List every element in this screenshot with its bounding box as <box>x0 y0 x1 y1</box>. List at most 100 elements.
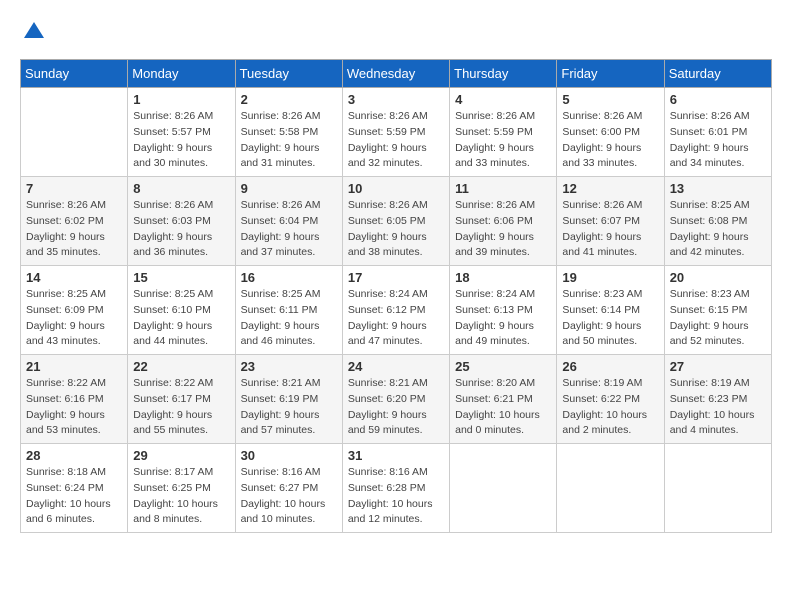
day-number: 31 <box>348 448 444 463</box>
calendar-week-row: 7 Sunrise: 8:26 AMSunset: 6:02 PMDaylight… <box>21 177 772 266</box>
calendar-cell: 8 Sunrise: 8:26 AMSunset: 6:03 PMDaylight… <box>128 177 235 266</box>
day-info: Sunrise: 8:16 AMSunset: 6:28 PMDaylight:… <box>348 465 444 528</box>
day-number: 22 <box>133 359 229 374</box>
day-number: 26 <box>562 359 658 374</box>
calendar-cell: 23Sunrise: 8:21 AMSunset: 6:19 PMDayligh… <box>235 355 342 444</box>
day-number: 30 <box>241 448 337 463</box>
day-number: 23 <box>241 359 337 374</box>
calendar-cell <box>557 444 664 533</box>
calendar-cell: 21 Sunrise: 8:22 AMSunset: 6:16 PMDayligh… <box>21 355 128 444</box>
day-info: Sunrise: 8:26 AMSunset: 6:00 PMDaylight:… <box>562 109 658 172</box>
calendar-cell: 17Sunrise: 8:24 AMSunset: 6:12 PMDayligh… <box>342 266 449 355</box>
day-info: Sunrise: 8:26 AMSunset: 6:05 PMDaylight:… <box>348 198 444 261</box>
day-info: Sunrise: 8:26 AMSunset: 6:06 PMDaylight:… <box>455 198 551 261</box>
day-number: 10 <box>348 181 444 196</box>
calendar-cell: 12 Sunrise: 8:26 AMSunset: 6:07 PMDayligh… <box>557 177 664 266</box>
day-info: Sunrise: 8:26 AMSunset: 5:58 PMDaylight:… <box>241 109 337 172</box>
calendar-cell: 5 Sunrise: 8:26 AMSunset: 6:00 PMDaylight… <box>557 88 664 177</box>
logo-icon <box>22 20 46 44</box>
day-info: Sunrise: 8:23 AMSunset: 6:15 PMDaylight:… <box>670 287 766 350</box>
day-number: 2 <box>241 92 337 107</box>
day-number: 13 <box>670 181 766 196</box>
day-info: Sunrise: 8:26 AMSunset: 6:02 PMDaylight:… <box>26 198 122 261</box>
day-number: 12 <box>562 181 658 196</box>
day-number: 29 <box>133 448 229 463</box>
day-number: 4 <box>455 92 551 107</box>
calendar-cell: 7 Sunrise: 8:26 AMSunset: 6:02 PMDaylight… <box>21 177 128 266</box>
day-number: 28 <box>26 448 122 463</box>
day-of-week-header: Saturday <box>664 60 771 88</box>
logo <box>20 20 46 49</box>
day-info: Sunrise: 8:25 AMSunset: 6:11 PMDaylight:… <box>241 287 337 350</box>
calendar-table: SundayMondayTuesdayWednesdayThursdayFrid… <box>20 59 772 533</box>
calendar-cell: 26 Sunrise: 8:19 AMSunset: 6:22 PMDayligh… <box>557 355 664 444</box>
calendar-cell: 27Sunrise: 8:19 AMSunset: 6:23 PMDayligh… <box>664 355 771 444</box>
day-info: Sunrise: 8:17 AMSunset: 6:25 PMDaylight:… <box>133 465 229 528</box>
day-number: 15 <box>133 270 229 285</box>
calendar-cell: 10 Sunrise: 8:26 AMSunset: 6:05 PMDayligh… <box>342 177 449 266</box>
day-number: 24 <box>348 359 444 374</box>
calendar-cell: 14 Sunrise: 8:25 AMSunset: 6:09 PMDayligh… <box>21 266 128 355</box>
calendar-week-row: 21 Sunrise: 8:22 AMSunset: 6:16 PMDayligh… <box>21 355 772 444</box>
day-info: Sunrise: 8:24 AMSunset: 6:13 PMDaylight:… <box>455 287 551 350</box>
calendar-cell: 3Sunrise: 8:26 AMSunset: 5:59 PMDaylight… <box>342 88 449 177</box>
day-number: 11 <box>455 181 551 196</box>
day-info: Sunrise: 8:26 AMSunset: 5:57 PMDaylight:… <box>133 109 229 172</box>
calendar-cell: 16Sunrise: 8:25 AMSunset: 6:11 PMDayligh… <box>235 266 342 355</box>
day-info: Sunrise: 8:22 AMSunset: 6:17 PMDaylight:… <box>133 376 229 439</box>
day-info: Sunrise: 8:25 AMSunset: 6:09 PMDaylight:… <box>26 287 122 350</box>
calendar-cell: 24 Sunrise: 8:21 AMSunset: 6:20 PMDayligh… <box>342 355 449 444</box>
day-info: Sunrise: 8:26 AMSunset: 6:01 PMDaylight:… <box>670 109 766 172</box>
calendar-cell: 18Sunrise: 8:24 AMSunset: 6:13 PMDayligh… <box>450 266 557 355</box>
day-number: 5 <box>562 92 658 107</box>
calendar-cell: 9 Sunrise: 8:26 AMSunset: 6:04 PMDaylight… <box>235 177 342 266</box>
day-of-week-header: Sunday <box>21 60 128 88</box>
day-info: Sunrise: 8:26 AMSunset: 6:03 PMDaylight:… <box>133 198 229 261</box>
day-info: Sunrise: 8:26 AMSunset: 6:07 PMDaylight:… <box>562 198 658 261</box>
day-number: 8 <box>133 181 229 196</box>
day-info: Sunrise: 8:26 AMSunset: 5:59 PMDaylight:… <box>455 109 551 172</box>
calendar-cell: 25Sunrise: 8:20 AMSunset: 6:21 PMDayligh… <box>450 355 557 444</box>
day-number: 25 <box>455 359 551 374</box>
day-number: 9 <box>241 181 337 196</box>
calendar-week-row: 28 Sunrise: 8:18 AMSunset: 6:24 PMDayligh… <box>21 444 772 533</box>
calendar-cell: 19Sunrise: 8:23 AMSunset: 6:14 PMDayligh… <box>557 266 664 355</box>
day-of-week-header: Friday <box>557 60 664 88</box>
day-number: 1 <box>133 92 229 107</box>
day-of-week-header: Wednesday <box>342 60 449 88</box>
day-info: Sunrise: 8:23 AMSunset: 6:14 PMDaylight:… <box>562 287 658 350</box>
day-number: 14 <box>26 270 122 285</box>
calendar-cell <box>664 444 771 533</box>
day-of-week-header: Monday <box>128 60 235 88</box>
calendar-cell <box>450 444 557 533</box>
calendar-cell: 31 Sunrise: 8:16 AMSunset: 6:28 PMDayligh… <box>342 444 449 533</box>
day-info: Sunrise: 8:21 AMSunset: 6:20 PMDaylight:… <box>348 376 444 439</box>
day-number: 7 <box>26 181 122 196</box>
calendar-week-row: 14 Sunrise: 8:25 AMSunset: 6:09 PMDayligh… <box>21 266 772 355</box>
calendar-cell: 20 Sunrise: 8:23 AMSunset: 6:15 PMDayligh… <box>664 266 771 355</box>
day-info: Sunrise: 8:26 AMSunset: 6:04 PMDaylight:… <box>241 198 337 261</box>
calendar-week-row: 1 Sunrise: 8:26 AMSunset: 5:57 PMDaylight… <box>21 88 772 177</box>
day-number: 21 <box>26 359 122 374</box>
day-info: Sunrise: 8:25 AMSunset: 6:08 PMDaylight:… <box>670 198 766 261</box>
day-number: 3 <box>348 92 444 107</box>
day-info: Sunrise: 8:19 AMSunset: 6:23 PMDaylight:… <box>670 376 766 439</box>
calendar-cell: 29 Sunrise: 8:17 AMSunset: 6:25 PMDayligh… <box>128 444 235 533</box>
calendar-cell <box>21 88 128 177</box>
day-info: Sunrise: 8:16 AMSunset: 6:27 PMDaylight:… <box>241 465 337 528</box>
day-of-week-header: Tuesday <box>235 60 342 88</box>
calendar-cell: 13 Sunrise: 8:25 AMSunset: 6:08 PMDayligh… <box>664 177 771 266</box>
day-number: 20 <box>670 270 766 285</box>
calendar-cell: 6Sunrise: 8:26 AMSunset: 6:01 PMDaylight… <box>664 88 771 177</box>
day-info: Sunrise: 8:19 AMSunset: 6:22 PMDaylight:… <box>562 376 658 439</box>
day-number: 17 <box>348 270 444 285</box>
day-info: Sunrise: 8:18 AMSunset: 6:24 PMDaylight:… <box>26 465 122 528</box>
calendar-cell: 1 Sunrise: 8:26 AMSunset: 5:57 PMDaylight… <box>128 88 235 177</box>
calendar-cell: 30 Sunrise: 8:16 AMSunset: 6:27 PMDayligh… <box>235 444 342 533</box>
days-header-row: SundayMondayTuesdayWednesdayThursdayFrid… <box>21 60 772 88</box>
calendar-cell: 28 Sunrise: 8:18 AMSunset: 6:24 PMDayligh… <box>21 444 128 533</box>
calendar-cell: 15Sunrise: 8:25 AMSunset: 6:10 PMDayligh… <box>128 266 235 355</box>
calendar-cell: 22 Sunrise: 8:22 AMSunset: 6:17 PMDayligh… <box>128 355 235 444</box>
day-info: Sunrise: 8:22 AMSunset: 6:16 PMDaylight:… <box>26 376 122 439</box>
calendar-cell: 4 Sunrise: 8:26 AMSunset: 5:59 PMDaylight… <box>450 88 557 177</box>
